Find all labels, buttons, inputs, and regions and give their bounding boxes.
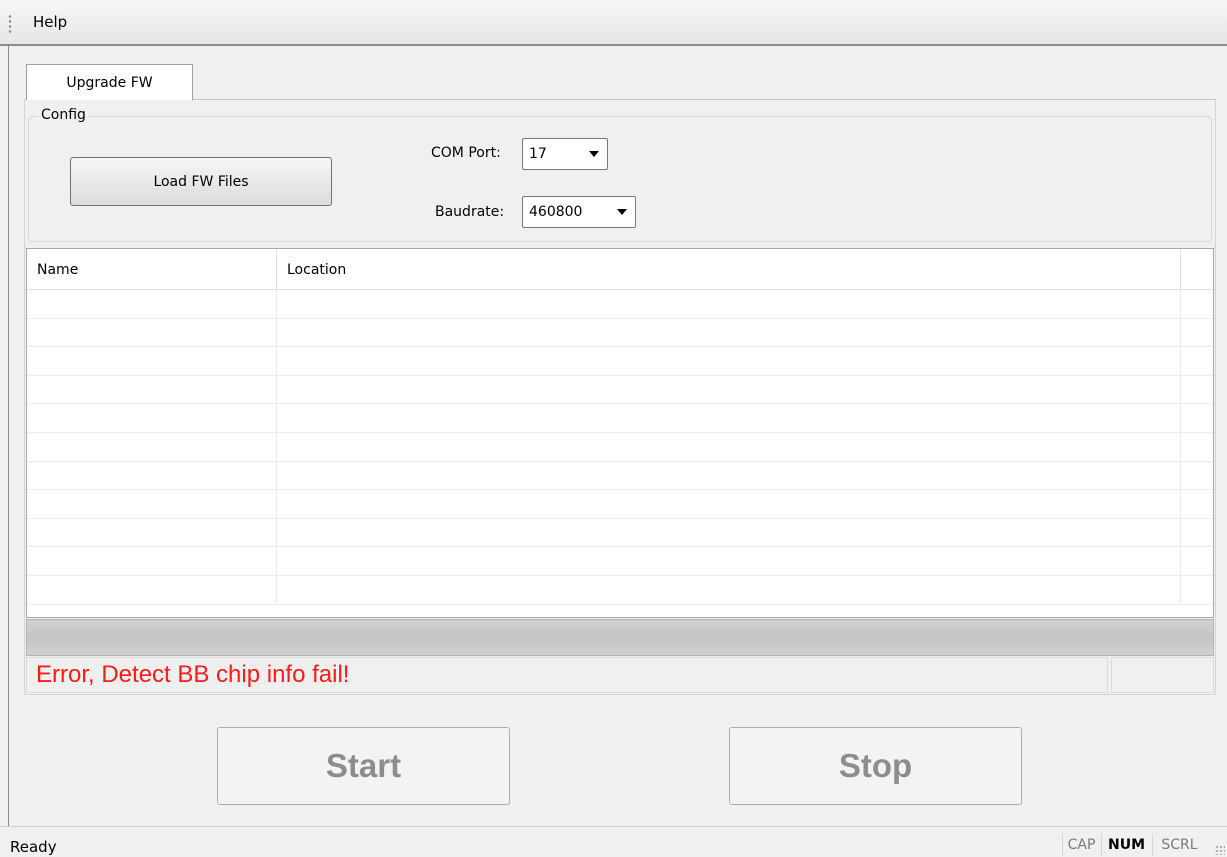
column-header-name[interactable]: Name bbox=[27, 249, 277, 290]
table-row[interactable] bbox=[27, 404, 1213, 433]
dropdown-arrow-icon bbox=[589, 151, 599, 157]
cell-name bbox=[27, 404, 277, 432]
cell-location bbox=[277, 490, 1181, 518]
window-frame bbox=[0, 46, 9, 826]
table-row[interactable] bbox=[27, 490, 1213, 519]
cell-location bbox=[277, 461, 1181, 490]
cell-name bbox=[27, 290, 277, 318]
cell-location bbox=[277, 404, 1181, 432]
com-port-select[interactable]: 17 bbox=[522, 138, 608, 170]
table-row[interactable] bbox=[27, 575, 1213, 605]
cell-location bbox=[277, 318, 1181, 347]
cell-location bbox=[277, 547, 1181, 575]
config-group-label: Config bbox=[38, 107, 89, 123]
cell-name bbox=[27, 375, 277, 404]
table-body bbox=[27, 290, 1213, 617]
error-message: Error, Detect BB chip info fail! bbox=[26, 657, 1108, 693]
stop-button[interactable]: Stop bbox=[729, 727, 1022, 805]
load-fw-files-button[interactable]: Load FW Files bbox=[70, 157, 332, 206]
status-side-box bbox=[1111, 657, 1214, 693]
cell-location bbox=[277, 290, 1181, 318]
cell-location bbox=[277, 575, 1181, 604]
fw-file-table[interactable]: Name Location bbox=[26, 248, 1214, 618]
table-row[interactable] bbox=[27, 347, 1213, 376]
cap-indicator: CAP bbox=[1062, 834, 1100, 856]
table-row[interactable] bbox=[27, 375, 1213, 405]
dropdown-arrow-icon bbox=[617, 209, 627, 215]
table-row[interactable] bbox=[27, 318, 1213, 348]
status-text: Ready bbox=[10, 838, 57, 856]
cell-location bbox=[277, 347, 1181, 375]
com-port-label: COM Port: bbox=[431, 145, 501, 161]
table-row[interactable] bbox=[27, 547, 1213, 576]
cell-name bbox=[27, 461, 277, 490]
baudrate-select[interactable]: 460800 bbox=[522, 196, 636, 228]
column-header-location[interactable]: Location bbox=[277, 249, 1181, 290]
cell-name bbox=[27, 575, 277, 604]
baudrate-label: Baudrate: bbox=[435, 204, 505, 220]
tab-upgrade-fw[interactable]: Upgrade FW bbox=[26, 64, 193, 100]
toolbar-grip-icon[interactable] bbox=[8, 14, 12, 34]
cell-name bbox=[27, 518, 277, 547]
table-header: Name Location bbox=[27, 249, 1213, 290]
baudrate-value: 460800 bbox=[529, 204, 583, 220]
table-row[interactable] bbox=[27, 518, 1213, 548]
table-row[interactable] bbox=[27, 461, 1213, 491]
table-row[interactable] bbox=[27, 432, 1213, 462]
menu-help[interactable]: Help bbox=[33, 13, 67, 31]
scrl-indicator: SCRL bbox=[1152, 834, 1206, 856]
start-button[interactable]: Start bbox=[217, 727, 510, 805]
cell-location bbox=[277, 518, 1181, 547]
progress-bar bbox=[26, 619, 1214, 656]
cell-name bbox=[27, 490, 277, 518]
cell-name bbox=[27, 318, 277, 347]
num-indicator: NUM bbox=[1101, 834, 1151, 856]
status-bar: Ready CAP NUM SCRL bbox=[0, 826, 1227, 857]
resize-grip-icon[interactable] bbox=[1215, 845, 1225, 855]
cell-name bbox=[27, 432, 277, 461]
cell-name bbox=[27, 547, 277, 575]
menu-bar: Help bbox=[0, 0, 1227, 46]
cell-location bbox=[277, 432, 1181, 461]
cell-location bbox=[277, 375, 1181, 404]
table-row[interactable] bbox=[27, 290, 1213, 319]
cell-name bbox=[27, 347, 277, 375]
com-port-value: 17 bbox=[529, 146, 547, 162]
